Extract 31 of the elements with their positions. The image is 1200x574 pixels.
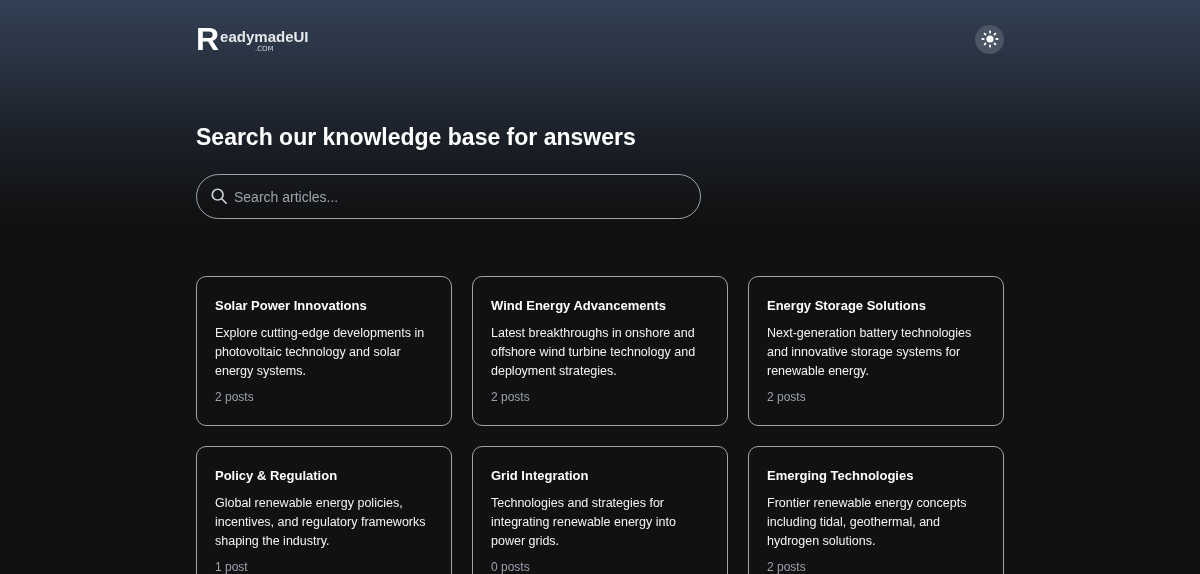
post-count: 0 posts xyxy=(491,560,531,574)
card-description: Latest breakthroughs in onshore and offshore wind turbine technology and deployment strategies. xyxy=(491,325,697,380)
category-card[interactable]: Solar Power Innovations Explore cutting-edge developments in photovoltaic technology and solar energy systems. 2 posts xyxy=(196,276,452,426)
post-count: 2 posts xyxy=(767,390,807,404)
search-field[interactable]: Search articles... xyxy=(196,174,701,219)
category-card[interactable]: Policy & Regulation Global renewable energy policies, incentives, and regulatory frameworks shaping the industry. 1 post xyxy=(196,446,452,574)
card-description: Frontier renewable energy concepts including tidal, geothermal, and hydrogen solutions. xyxy=(767,495,968,550)
post-count: 1 post xyxy=(215,560,249,574)
card-description: Next-generation battery technologies and innovative storage systems for renewable energy. xyxy=(767,325,973,380)
post-count: 2 posts xyxy=(767,560,807,574)
card-title: Wind Energy Advancements xyxy=(491,297,667,315)
category-card[interactable]: Energy Storage Solutions Next-generation battery technologies and innovative storage systems for renewable energy. 2 posts xyxy=(748,276,1004,426)
theme-toggle-button[interactable] xyxy=(975,24,1004,54)
card-title: Solar Power Innovations xyxy=(215,297,368,315)
logo-initial: R xyxy=(196,25,220,53)
card-title: Grid Integration xyxy=(491,467,590,485)
sun-icon xyxy=(980,30,999,48)
post-count: 2 posts xyxy=(215,390,255,404)
card-title: Policy & Regulation xyxy=(215,467,339,485)
search-icon xyxy=(210,187,228,205)
card-description: Global renewable energy policies, incentives, and regulatory frameworks shaping the industry. xyxy=(215,495,427,550)
page-heading: Search our knowledge base for answers xyxy=(196,123,637,152)
post-count: 2 posts xyxy=(491,390,531,404)
category-card[interactable]: Emerging Technologies Frontier renewable energy concepts including tidal, geothermal, and hydrogen solutions. 2 posts xyxy=(748,446,1004,574)
card-description: Explore cutting-edge developments in photovoltaic technology and solar energy systems. xyxy=(215,325,426,380)
card-title: Emerging Technologies xyxy=(767,467,915,485)
card-description: Technologies and strategies for integrating renewable energy into power grids. xyxy=(491,495,677,550)
card-title: Energy Storage Solutions xyxy=(767,297,927,315)
category-card[interactable]: Wind Energy Advancements Latest breakthroughs in onshore and offshore wind turbine technology and deployment strategies. 2 posts xyxy=(472,276,728,426)
logo-text: eadymadeUI xyxy=(220,29,309,45)
category-card[interactable]: Grid Integration Technologies and strategies for integrating renewable energy into power grids. 0 posts xyxy=(472,446,728,574)
